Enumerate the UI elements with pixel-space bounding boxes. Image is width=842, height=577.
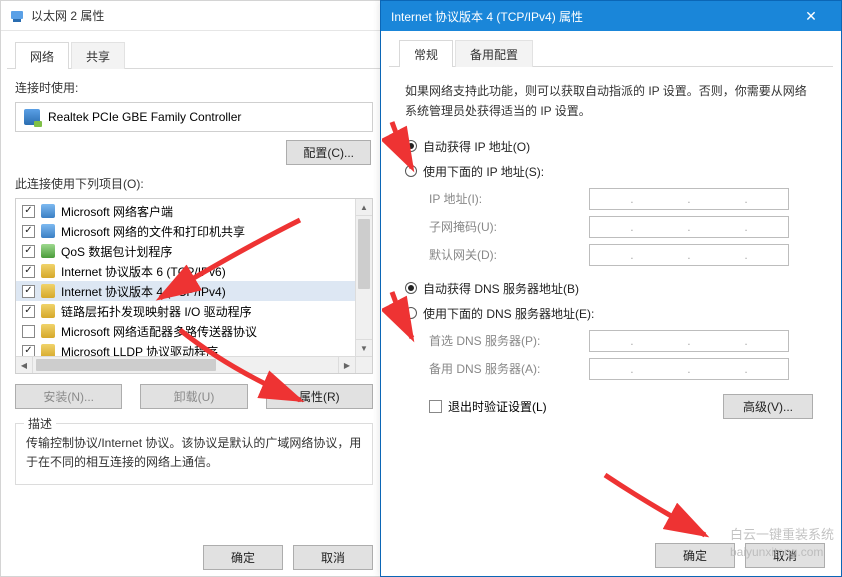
radio-auto-ip[interactable]: 自动获得 IP 地址(O) [405,138,817,155]
list-item[interactable]: QoS 数据包计划程序 [16,241,372,261]
radio-dot [405,307,417,319]
radio-dot-on [405,282,417,294]
intro-text: 如果网络支持此功能，则可以获取自动指派的 IP 设置。否则，你需要从网络系统管理… [405,81,817,122]
panel-right: 如果网络支持此功能，则可以获取自动指派的 IP 设置。否则，你需要从网络系统管理… [381,67,841,429]
ip-address-label: IP 地址(I): [429,190,589,207]
window-title: Internet 协议版本 4 (TCP/IPv4) 属性 [391,8,583,25]
tab-network[interactable]: 网络 [15,42,69,69]
scroll-right-icon[interactable]: ▶ [338,357,355,373]
protocol-icon [41,244,55,258]
ip-address-input: ... [589,188,789,210]
validate-checkbox-row[interactable]: 退出时验证设置(L) [429,398,547,415]
advanced-button[interactable]: 高级(V)... [723,394,813,419]
connect-using-label: 连接时使用: [15,79,373,96]
gateway-input: ... [589,244,789,266]
ok-button-left[interactable]: 确定 [203,545,283,570]
checkbox[interactable] [22,305,35,318]
checkbox[interactable] [429,400,442,413]
nic-icon [24,109,40,125]
ok-button-right[interactable]: 确定 [655,543,735,568]
scroll-thumb[interactable] [358,219,370,289]
checkbox[interactable] [22,225,35,238]
description-text: 传输控制协议/Internet 协议。该协议是默认的广域网络协议，用于在不同的相… [26,434,362,472]
subnet-mask-input: ... [589,216,789,238]
list-item[interactable]: Microsoft 网络客户端 [16,201,372,221]
ethernet-properties-window: 以太网 2 属性 网络 共享 连接时使用: Realtek PCIe GBE F… [0,0,388,577]
protocol-icon [41,264,55,278]
close-icon[interactable]: ✕ [791,1,831,31]
gateway-label: 默认网关(D): [429,246,589,263]
list-item[interactable]: Internet 协议版本 6 (TCP/IPv6) [16,261,372,281]
dns1-input: ... [589,330,789,352]
list-item[interactable]: 链路层拓扑发现映射器 I/O 驱动程序 [16,301,372,321]
checkbox[interactable] [22,265,35,278]
list-item[interactable]: Microsoft 网络适配器多路传送器协议 [16,321,372,341]
protocol-icon [41,224,55,238]
cancel-button-left[interactable]: 取消 [293,545,373,570]
scroll-left-icon[interactable]: ◀ [16,357,33,373]
scroll-down-icon[interactable]: ▼ [356,339,372,356]
list-item-selected[interactable]: Internet 协议版本 4 (TCP/IPv4) [16,281,372,301]
dns2-label: 备用 DNS 服务器(A): [429,360,589,377]
ip-mode-group: 自动获得 IP 地址(O) 使用下面的 IP 地址(S): [405,138,817,180]
ipv4-properties-window: Internet 协议版本 4 (TCP/IPv4) 属性 ✕ 常规 备用配置 … [380,0,842,577]
adapter-name: Realtek PCIe GBE Family Controller [48,110,241,124]
tabs-left: 网络 共享 [7,35,381,69]
protocol-icon [41,304,55,318]
tab-share[interactable]: 共享 [71,42,125,69]
description-group: 描述 传输控制协议/Internet 协议。该协议是默认的广域网络协议，用于在不… [15,423,373,485]
horizontal-scrollbar[interactable]: ◀ ▶ [16,356,355,373]
protocol-icon [41,284,55,298]
dns1-label: 首选 DNS 服务器(P): [429,332,589,349]
titlebar-right[interactable]: Internet 协议版本 4 (TCP/IPv4) 属性 ✕ [381,1,841,31]
tab-alt-config[interactable]: 备用配置 [455,40,533,67]
protocol-icon [41,204,55,218]
radio-dot [405,165,417,177]
vertical-scrollbar[interactable]: ▲ ▼ [355,199,372,356]
scroll-up-icon[interactable]: ▲ [356,199,372,216]
checkbox[interactable] [22,285,35,298]
radio-auto-dns[interactable]: 自动获得 DNS 服务器地址(B) [405,280,817,297]
radio-manual-dns[interactable]: 使用下面的 DNS 服务器地址(E): [405,305,817,322]
scroll-corner [355,356,372,373]
items-label: 此连接使用下列项目(O): [15,175,373,192]
list-item[interactable]: Microsoft 网络的文件和打印机共享 [16,221,372,241]
subnet-mask-label: 子网掩码(U): [429,218,589,235]
adapter-field[interactable]: Realtek PCIe GBE Family Controller [15,102,373,132]
panel-left: 连接时使用: Realtek PCIe GBE Family Controlle… [1,69,387,495]
tab-general[interactable]: 常规 [399,40,453,67]
validate-label: 退出时验证设置(L) [448,398,547,415]
description-legend: 描述 [24,415,56,432]
scroll-thumb-h[interactable] [36,359,216,371]
radio-manual-ip[interactable]: 使用下面的 IP 地址(S): [405,163,817,180]
watermark: 白云一键重装系统 baiyunxitong.com [730,524,836,559]
checkbox[interactable] [22,245,35,258]
tabs-right: 常规 备用配置 [389,31,833,67]
install-button[interactable]: 安装(N)... [15,384,122,409]
ethernet-icon [9,8,25,24]
protocol-icon [41,324,55,338]
properties-button[interactable]: 属性(R) [266,384,373,409]
radio-dot-on [405,140,417,152]
window-title: 以太网 2 属性 [31,7,104,24]
protocol-list[interactable]: Microsoft 网络客户端 Microsoft 网络的文件和打印机共享 Qo… [15,198,373,374]
titlebar-left[interactable]: 以太网 2 属性 [1,1,387,31]
dns2-input: ... [589,358,789,380]
dns-mode-group: 自动获得 DNS 服务器地址(B) 使用下面的 DNS 服务器地址(E): [405,280,817,322]
checkbox[interactable] [22,205,35,218]
uninstall-button[interactable]: 卸载(U) [140,384,247,409]
checkbox[interactable] [22,325,35,338]
configure-button[interactable]: 配置(C)... [286,140,371,165]
